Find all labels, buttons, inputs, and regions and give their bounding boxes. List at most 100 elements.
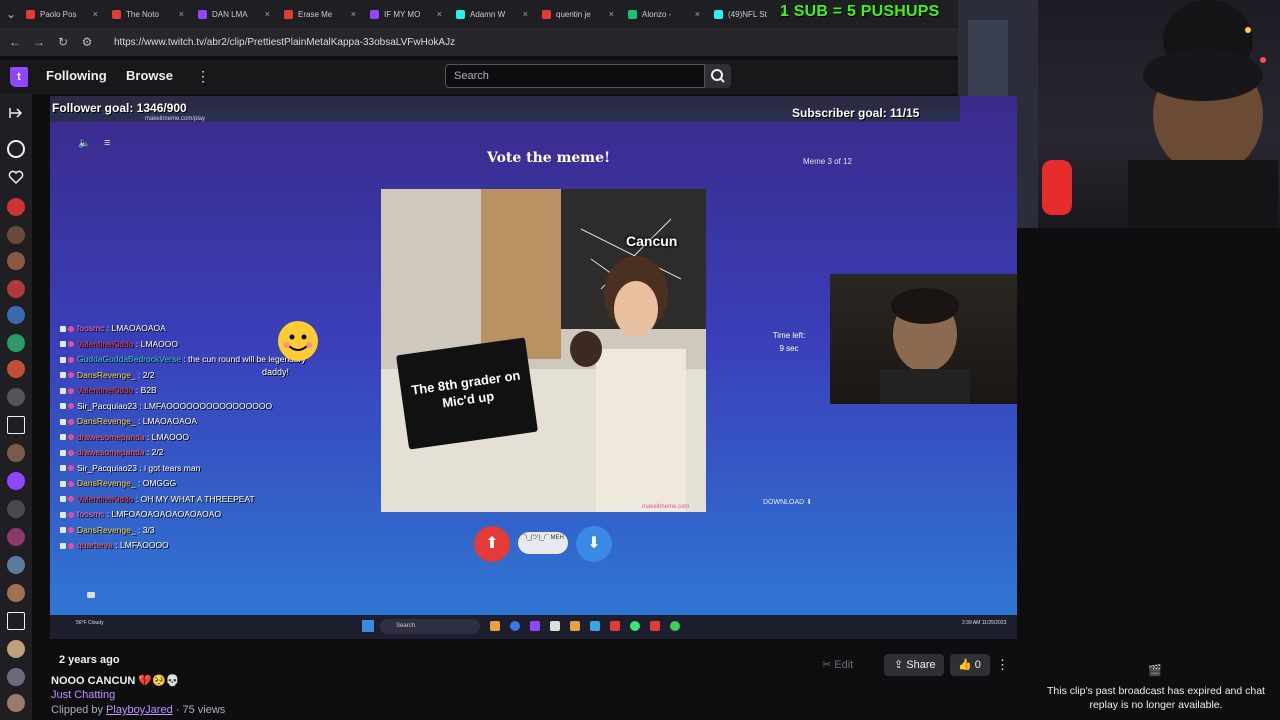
clip-video-player[interactable]: makeitmeme.com/play Follower goal: 1346/…	[50, 96, 1017, 639]
tab-close-icon[interactable]: ×	[437, 9, 442, 19]
menu-icon: ≡	[104, 137, 111, 149]
chat-separator: :	[135, 369, 143, 380]
chat-separator: :	[112, 540, 121, 550]
browser-tab[interactable]: quentin je ×	[536, 2, 620, 26]
more-options-icon[interactable]: ⋮	[996, 654, 1010, 676]
clipper-link[interactable]: PlayboyJared	[106, 704, 173, 716]
channel-avatar-6[interactable]	[7, 334, 25, 352]
channel-avatar-12[interactable]	[7, 528, 25, 546]
browser-tab[interactable]: DAN LMA ×	[192, 2, 276, 26]
channel-avatar-1[interactable]	[7, 198, 25, 216]
sub-badge-icon	[68, 387, 74, 394]
browser-tab[interactable]: Erase Me ×	[278, 2, 362, 26]
chat-text: 2/2	[151, 447, 164, 457]
chat-username: DansRevenge_	[77, 524, 136, 535]
meh-button[interactable]: ¯\_(ツ)_/¯ MEH	[518, 532, 568, 554]
channel-avatar-4[interactable]	[7, 280, 25, 298]
share-label: Share	[906, 659, 936, 671]
live-channels-icon[interactable]	[7, 140, 25, 158]
forward-arrow-icon[interactable]: →	[32, 35, 46, 49]
downvote-button[interactable]: ⬇	[576, 526, 612, 562]
chat-separator: :	[135, 478, 143, 488]
channel-avatar-14[interactable]	[7, 584, 25, 602]
time-left-label: Time left:	[772, 331, 806, 340]
nav-more-icon[interactable]: ⋮	[196, 68, 210, 85]
sub-badge-icon	[68, 527, 74, 534]
channel-avatar-5[interactable]	[7, 306, 25, 324]
like-button[interactable]: 👍 0	[950, 654, 990, 676]
download-link[interactable]: DOWNLOAD ⬇	[763, 498, 812, 506]
channel-avatar-17[interactable]	[7, 694, 25, 712]
channel-avatar-15[interactable]	[7, 640, 25, 658]
browser-tab[interactable]: Alonzo - ×	[622, 2, 706, 26]
meme-counter: Meme 3 of 12	[803, 157, 852, 166]
tab-label: (49)NFL St	[728, 9, 767, 19]
channel-avatar-11[interactable]	[7, 500, 25, 518]
chat-message: quarterva : LMFAOOOO	[60, 538, 360, 554]
taskbar-app-icons	[490, 621, 710, 633]
tab-label: Paolo Pos	[40, 9, 77, 19]
tab-list-chevron-icon[interactable]: ⌄	[4, 7, 18, 21]
like-count: 0	[974, 659, 981, 671]
video-icon[interactable]	[7, 416, 25, 434]
tab-close-icon[interactable]: ×	[265, 9, 270, 19]
tab-label: quentin je	[556, 9, 591, 19]
clip-category-link[interactable]: Just Chatting	[51, 689, 115, 701]
share-button[interactable]: ⇪ Share	[884, 654, 944, 676]
browser-tab[interactable]: The Noto ×	[106, 2, 190, 26]
tab-close-icon[interactable]: ×	[695, 9, 700, 19]
reload-icon[interactable]: ↻	[56, 35, 70, 49]
time-left-value: 9 sec	[779, 344, 799, 353]
chat-username: foosmc	[77, 323, 105, 333]
channel-avatar-7[interactable]	[7, 360, 25, 378]
sub-badge-icon	[68, 325, 74, 332]
sub-badge-icon	[68, 372, 74, 379]
chat-text: OMGGG	[142, 478, 177, 488]
chat-separator: :	[104, 509, 112, 519]
nav-browse[interactable]: Browse	[126, 68, 173, 83]
chat-username: drawesomepanda	[77, 431, 145, 442]
nav-following[interactable]: Following	[46, 68, 107, 83]
url-field[interactable]: https://www.twitch.tv/abr2/clip/Pretties…	[114, 37, 455, 48]
sub-badge-icon	[68, 449, 74, 456]
tab-label: Adamn W	[470, 9, 506, 19]
chat-text: LMFOAOAOAOAOAOAOAO	[111, 509, 222, 519]
channel-avatar-9[interactable]	[7, 444, 25, 462]
tab-close-icon[interactable]: ×	[609, 9, 614, 19]
chat-badge-icon	[60, 356, 66, 363]
back-arrow-icon[interactable]: ←	[8, 35, 22, 49]
chat-text: LMAOOO	[140, 338, 178, 349]
channel-avatar-2[interactable]	[7, 226, 25, 244]
twitch-logo-icon[interactable]: t	[10, 67, 28, 87]
video-icon-2[interactable]	[7, 612, 25, 630]
tab-close-icon[interactable]: ×	[523, 9, 528, 19]
browser-tab[interactable]: IF MY MO ×	[364, 2, 448, 26]
chat-badge-icon	[60, 403, 66, 410]
edit-button[interactable]: ✂ Edit	[822, 655, 872, 675]
channel-avatar-10[interactable]	[7, 472, 25, 490]
site-info-icon[interactable]: ⚙	[80, 35, 94, 49]
search-button[interactable]	[705, 64, 731, 88]
chat-message: drawesomepanda : 2/2	[60, 445, 360, 461]
search-input[interactable]: Search	[445, 64, 705, 88]
tab-close-icon[interactable]: ×	[93, 9, 98, 19]
twitch-top-nav: t Following Browse ⋮ Search	[0, 60, 960, 94]
channel-avatar-8[interactable]	[7, 388, 25, 406]
channel-avatar-3[interactable]	[7, 252, 25, 270]
taskbar-search: Search	[380, 619, 480, 634]
browser-tab[interactable]: Paolo Pos ×	[20, 2, 104, 26]
channel-avatar-16[interactable]	[7, 668, 25, 686]
tab-close-icon[interactable]: ×	[179, 9, 184, 19]
tab-close-icon[interactable]: ×	[351, 9, 356, 19]
channel-avatar-13[interactable]	[7, 556, 25, 574]
taskbar-clock: 2:39 AM 11/25/2023	[962, 620, 1007, 626]
expand-sidebar-icon[interactable]	[7, 104, 25, 122]
speaker-icon: 🔈	[78, 138, 91, 149]
chat-username: Sir_Pacquiao23	[77, 400, 138, 411]
browser-tab[interactable]: Adamn W ×	[450, 2, 534, 26]
upvote-button[interactable]: ⬆	[474, 526, 510, 562]
sub-badge-icon	[68, 341, 74, 348]
heart-icon[interactable]	[7, 168, 25, 186]
chat-message: foosmc : LMFOAOAOAOAOAOAOAO	[60, 507, 360, 523]
second-webcam-scene	[880, 288, 970, 404]
